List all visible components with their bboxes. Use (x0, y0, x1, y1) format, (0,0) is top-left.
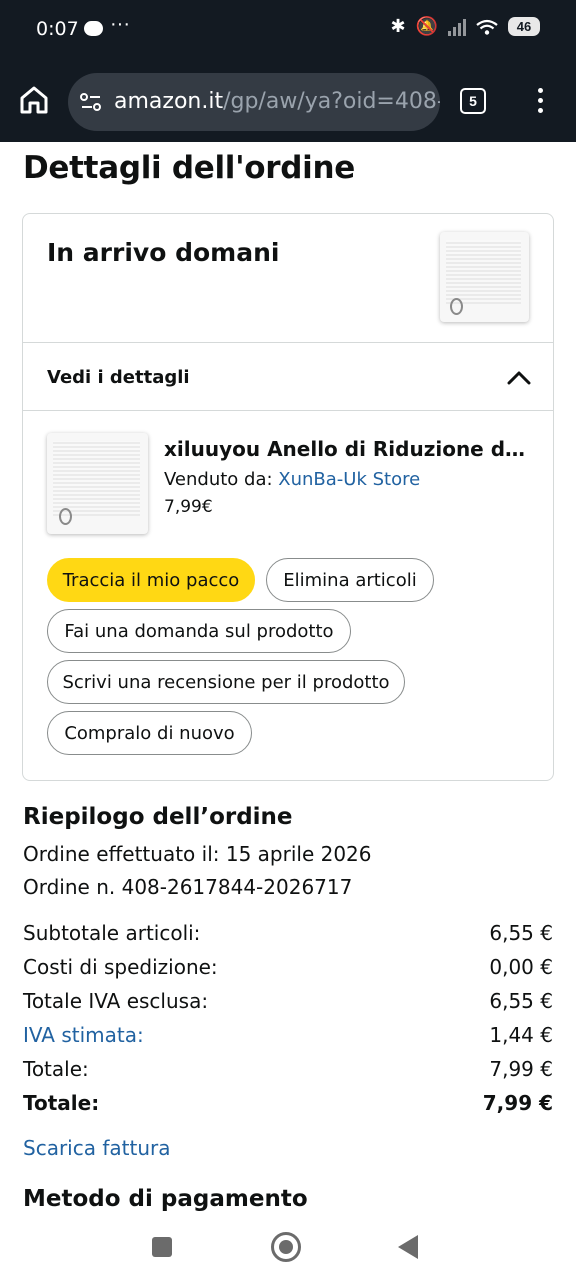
delivery-status: In arrivo domani (47, 238, 280, 267)
buy-again-button[interactable]: Compralo di nuovo (47, 711, 252, 755)
write-review-button[interactable]: Scrivi una recensione per il prodotto (47, 660, 405, 704)
order-number: Ordine n. 408-2617844-2026717 (23, 875, 353, 899)
track-package-button[interactable]: Traccia il mio pacco (47, 558, 255, 602)
wifi-icon (476, 19, 498, 35)
sold-by-label: Venduto da: (164, 469, 273, 490)
product-image[interactable] (47, 433, 148, 534)
shipment-thumbnail[interactable] (440, 232, 529, 322)
sold-by: Venduto da: XunBa-Uk Store (164, 469, 420, 490)
signal-icon (448, 18, 466, 36)
site-settings-icon[interactable] (80, 92, 102, 112)
home-nav-icon[interactable] (271, 1232, 301, 1262)
battery-icon: 46 (508, 17, 540, 36)
url-text[interactable]: amazon.it/gp/aw/ya?oid=408-2 (114, 89, 440, 114)
url-domain: amazon.it (114, 89, 224, 114)
payment-method-title: Metodo di pagamento (23, 1186, 308, 1212)
bluetooth-icon: ✱ (390, 16, 406, 37)
page-title: Dettagli dell'ordine (23, 150, 356, 186)
recent-apps-icon[interactable] (152, 1237, 172, 1257)
shipment-card: In arrivo domani Vedi i dettagli xiluuyo… (22, 213, 554, 781)
product-price: 7,99€ (164, 497, 213, 517)
summary-row-grand-total: Totale: 7,99 € (23, 1091, 553, 1115)
browser-menu-icon[interactable] (530, 88, 550, 116)
summary-row-shipping: Costi di spedizione: 0,00 € (23, 955, 553, 979)
more-notifications-icon: ··· (110, 13, 130, 35)
order-summary-title: Riepilogo dell’ordine (23, 804, 293, 830)
status-time: 0:07 (36, 18, 79, 40)
home-icon[interactable] (16, 82, 52, 118)
order-date: Ordine effettuato il: 15 aprile 2026 (23, 842, 372, 866)
view-details-toggle[interactable]: Vedi i dettagli (23, 343, 553, 410)
estimated-vat-link[interactable]: IVA stimata: (23, 1023, 144, 1047)
system-nav-bar (0, 1214, 576, 1280)
download-invoice-link[interactable]: Scarica fattura (23, 1136, 170, 1160)
summary-row-vat: IVA stimata: 1,44 € (23, 1023, 553, 1047)
browser-toolbar: amazon.it/gp/aw/ya?oid=408-2 5 (0, 62, 576, 142)
top-bar: 0:07 ··· ✱ 🔕 46 amazon.it/gp/aw/ya?oid=4… (0, 0, 576, 142)
summary-row-subtotal: Subtotale articoli: 6,55 € (23, 921, 553, 945)
summary-row-total-excl-vat: Totale IVA esclusa: 6,55 € (23, 989, 553, 1013)
chevron-up-icon[interactable] (507, 369, 531, 385)
remove-items-button[interactable]: Elimina articoli (266, 558, 434, 602)
back-icon[interactable] (398, 1235, 418, 1259)
url-path: /gp/aw/ya?oid=408-2 (223, 89, 440, 114)
seller-link[interactable]: XunBa-Uk Store (278, 469, 420, 490)
divider (23, 410, 553, 411)
product-title[interactable]: xiluuyou Anello di Riduzione da... (164, 437, 534, 461)
summary-row-total: Totale: 7,99 € (23, 1057, 553, 1081)
ask-question-button[interactable]: Fai una domanda sul prodotto (47, 609, 351, 653)
mute-icon: 🔕 (415, 16, 438, 37)
view-details-label: Vedi i dettagli (47, 367, 190, 388)
notification-icon (84, 21, 103, 36)
address-bar[interactable]: amazon.it/gp/aw/ya?oid=408-2 (68, 73, 440, 131)
tab-switcher-button[interactable]: 5 (460, 88, 486, 114)
status-icons: ✱ 🔕 46 (390, 16, 540, 37)
status-bar: 0:07 ··· ✱ 🔕 46 (0, 0, 576, 62)
